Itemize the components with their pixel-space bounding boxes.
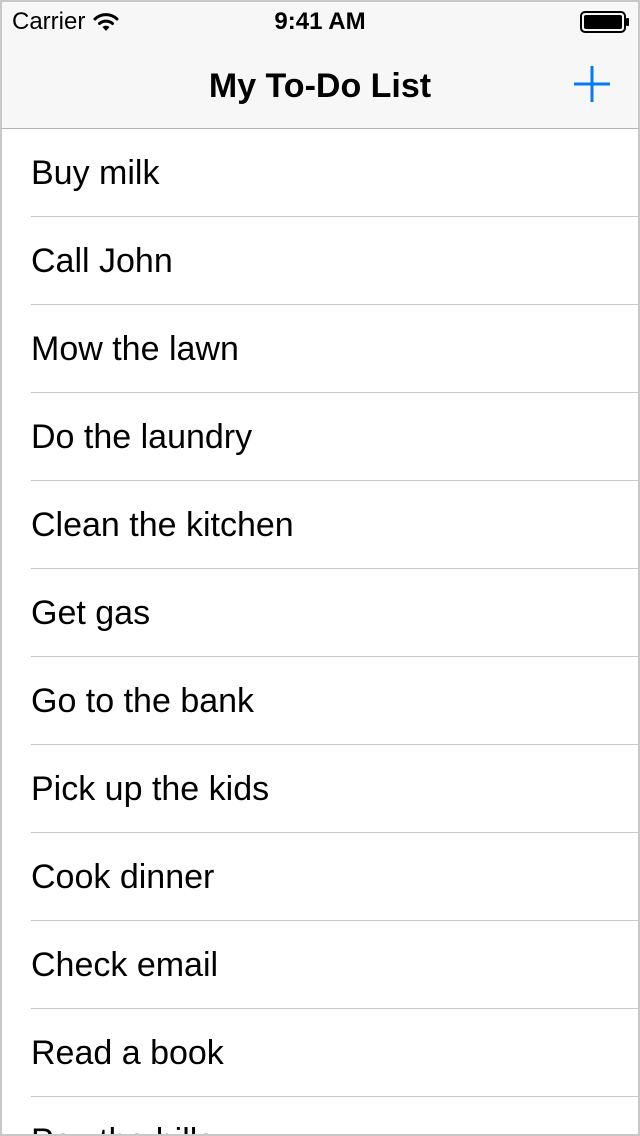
todo-item[interactable]: Read a book: [2, 1009, 638, 1097]
status-time: 9:41 AM: [274, 8, 366, 35]
battery-icon: [580, 11, 629, 33]
todo-item[interactable]: Clean the kitchen: [2, 481, 638, 569]
status-bar: Carrier 9:41 AM: [2, 2, 638, 42]
app-screen: Carrier 9:41 AM My To-Do List Buy milk C…: [0, 0, 640, 1136]
todo-item[interactable]: Go to the bank: [2, 657, 638, 745]
todo-item[interactable]: Get gas: [2, 569, 638, 657]
top-bar: Carrier 9:41 AM My To-Do List: [2, 2, 638, 129]
todo-item[interactable]: Do the laundry: [2, 393, 638, 481]
add-item-button[interactable]: [570, 62, 614, 106]
navigation-bar: My To-Do List: [2, 42, 638, 128]
plus-icon: [574, 66, 610, 102]
todo-item[interactable]: Pay the bills: [2, 1097, 638, 1134]
todo-item[interactable]: Pick up the kids: [2, 745, 638, 833]
page-title: My To-Do List: [208, 67, 432, 105]
todo-item[interactable]: Buy milk: [2, 129, 638, 217]
todo-item[interactable]: Cook dinner: [2, 833, 638, 921]
todo-item[interactable]: Mow the lawn: [2, 305, 638, 393]
todo-item[interactable]: Call John: [2, 217, 638, 305]
todo-list: Buy milk Call John Mow the lawn Do the l…: [2, 129, 638, 1134]
todo-item[interactable]: Check email: [2, 921, 638, 1009]
